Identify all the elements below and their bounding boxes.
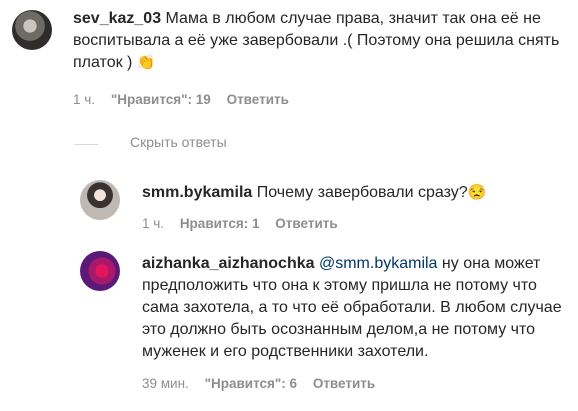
- reply-body: smm.bykamila Почему завербовали сразу?😒: [142, 182, 572, 204]
- unamused-face-icon: 😒: [467, 184, 487, 201]
- comment-username[interactable]: sev_kaz_03: [73, 10, 161, 27]
- reply-username[interactable]: smm.bykamila: [142, 184, 252, 201]
- reply-time[interactable]: 1 ч.: [142, 216, 164, 231]
- hide-replies-button[interactable]: Скрыть ответы: [130, 134, 227, 150]
- reply-username[interactable]: aizhanka_aizhanochka: [142, 255, 315, 272]
- reply-body: aizhanka_aizhanochka @smm.bykamila ну он…: [142, 253, 568, 363]
- replies-divider: [74, 144, 98, 145]
- reply-likes[interactable]: "Нравится": 6: [205, 376, 297, 391]
- clap-icon: 👏: [136, 54, 156, 71]
- reply-item: aizhanka_aizhanochka @smm.bykamila ну он…: [0, 245, 578, 405]
- comment-body: sev_kaz_03 Мама в любом случае права, зн…: [73, 8, 568, 74]
- reply-button[interactable]: Ответить: [227, 92, 289, 107]
- avatar[interactable]: [80, 180, 120, 220]
- comment-meta: 1 ч. "Нравится": 19 Ответить: [73, 92, 301, 107]
- reply-likes[interactable]: Нравится: 1: [180, 216, 260, 231]
- mention-link[interactable]: @smm.bykamila: [319, 255, 437, 272]
- reply-time[interactable]: 39 мин.: [142, 376, 189, 391]
- comment-time[interactable]: 1 ч.: [73, 92, 95, 107]
- reply-item: smm.bykamila Почему завербовали сразу?😒 …: [0, 170, 578, 240]
- reply-button[interactable]: Ответить: [275, 216, 337, 231]
- reply-meta: 1 ч. Нравится: 1 Ответить: [142, 216, 350, 231]
- comment-item: sev_kaz_03 Мама в любом случае права, зн…: [0, 0, 578, 115]
- reply-text: Почему завербовали сразу?: [256, 184, 468, 201]
- comment-likes[interactable]: "Нравится": 19: [111, 92, 211, 107]
- avatar[interactable]: [80, 251, 120, 291]
- reply-button[interactable]: Ответить: [313, 376, 375, 391]
- reply-meta: 39 мин. "Нравится": 6 Ответить: [142, 376, 387, 391]
- avatar[interactable]: [12, 10, 52, 50]
